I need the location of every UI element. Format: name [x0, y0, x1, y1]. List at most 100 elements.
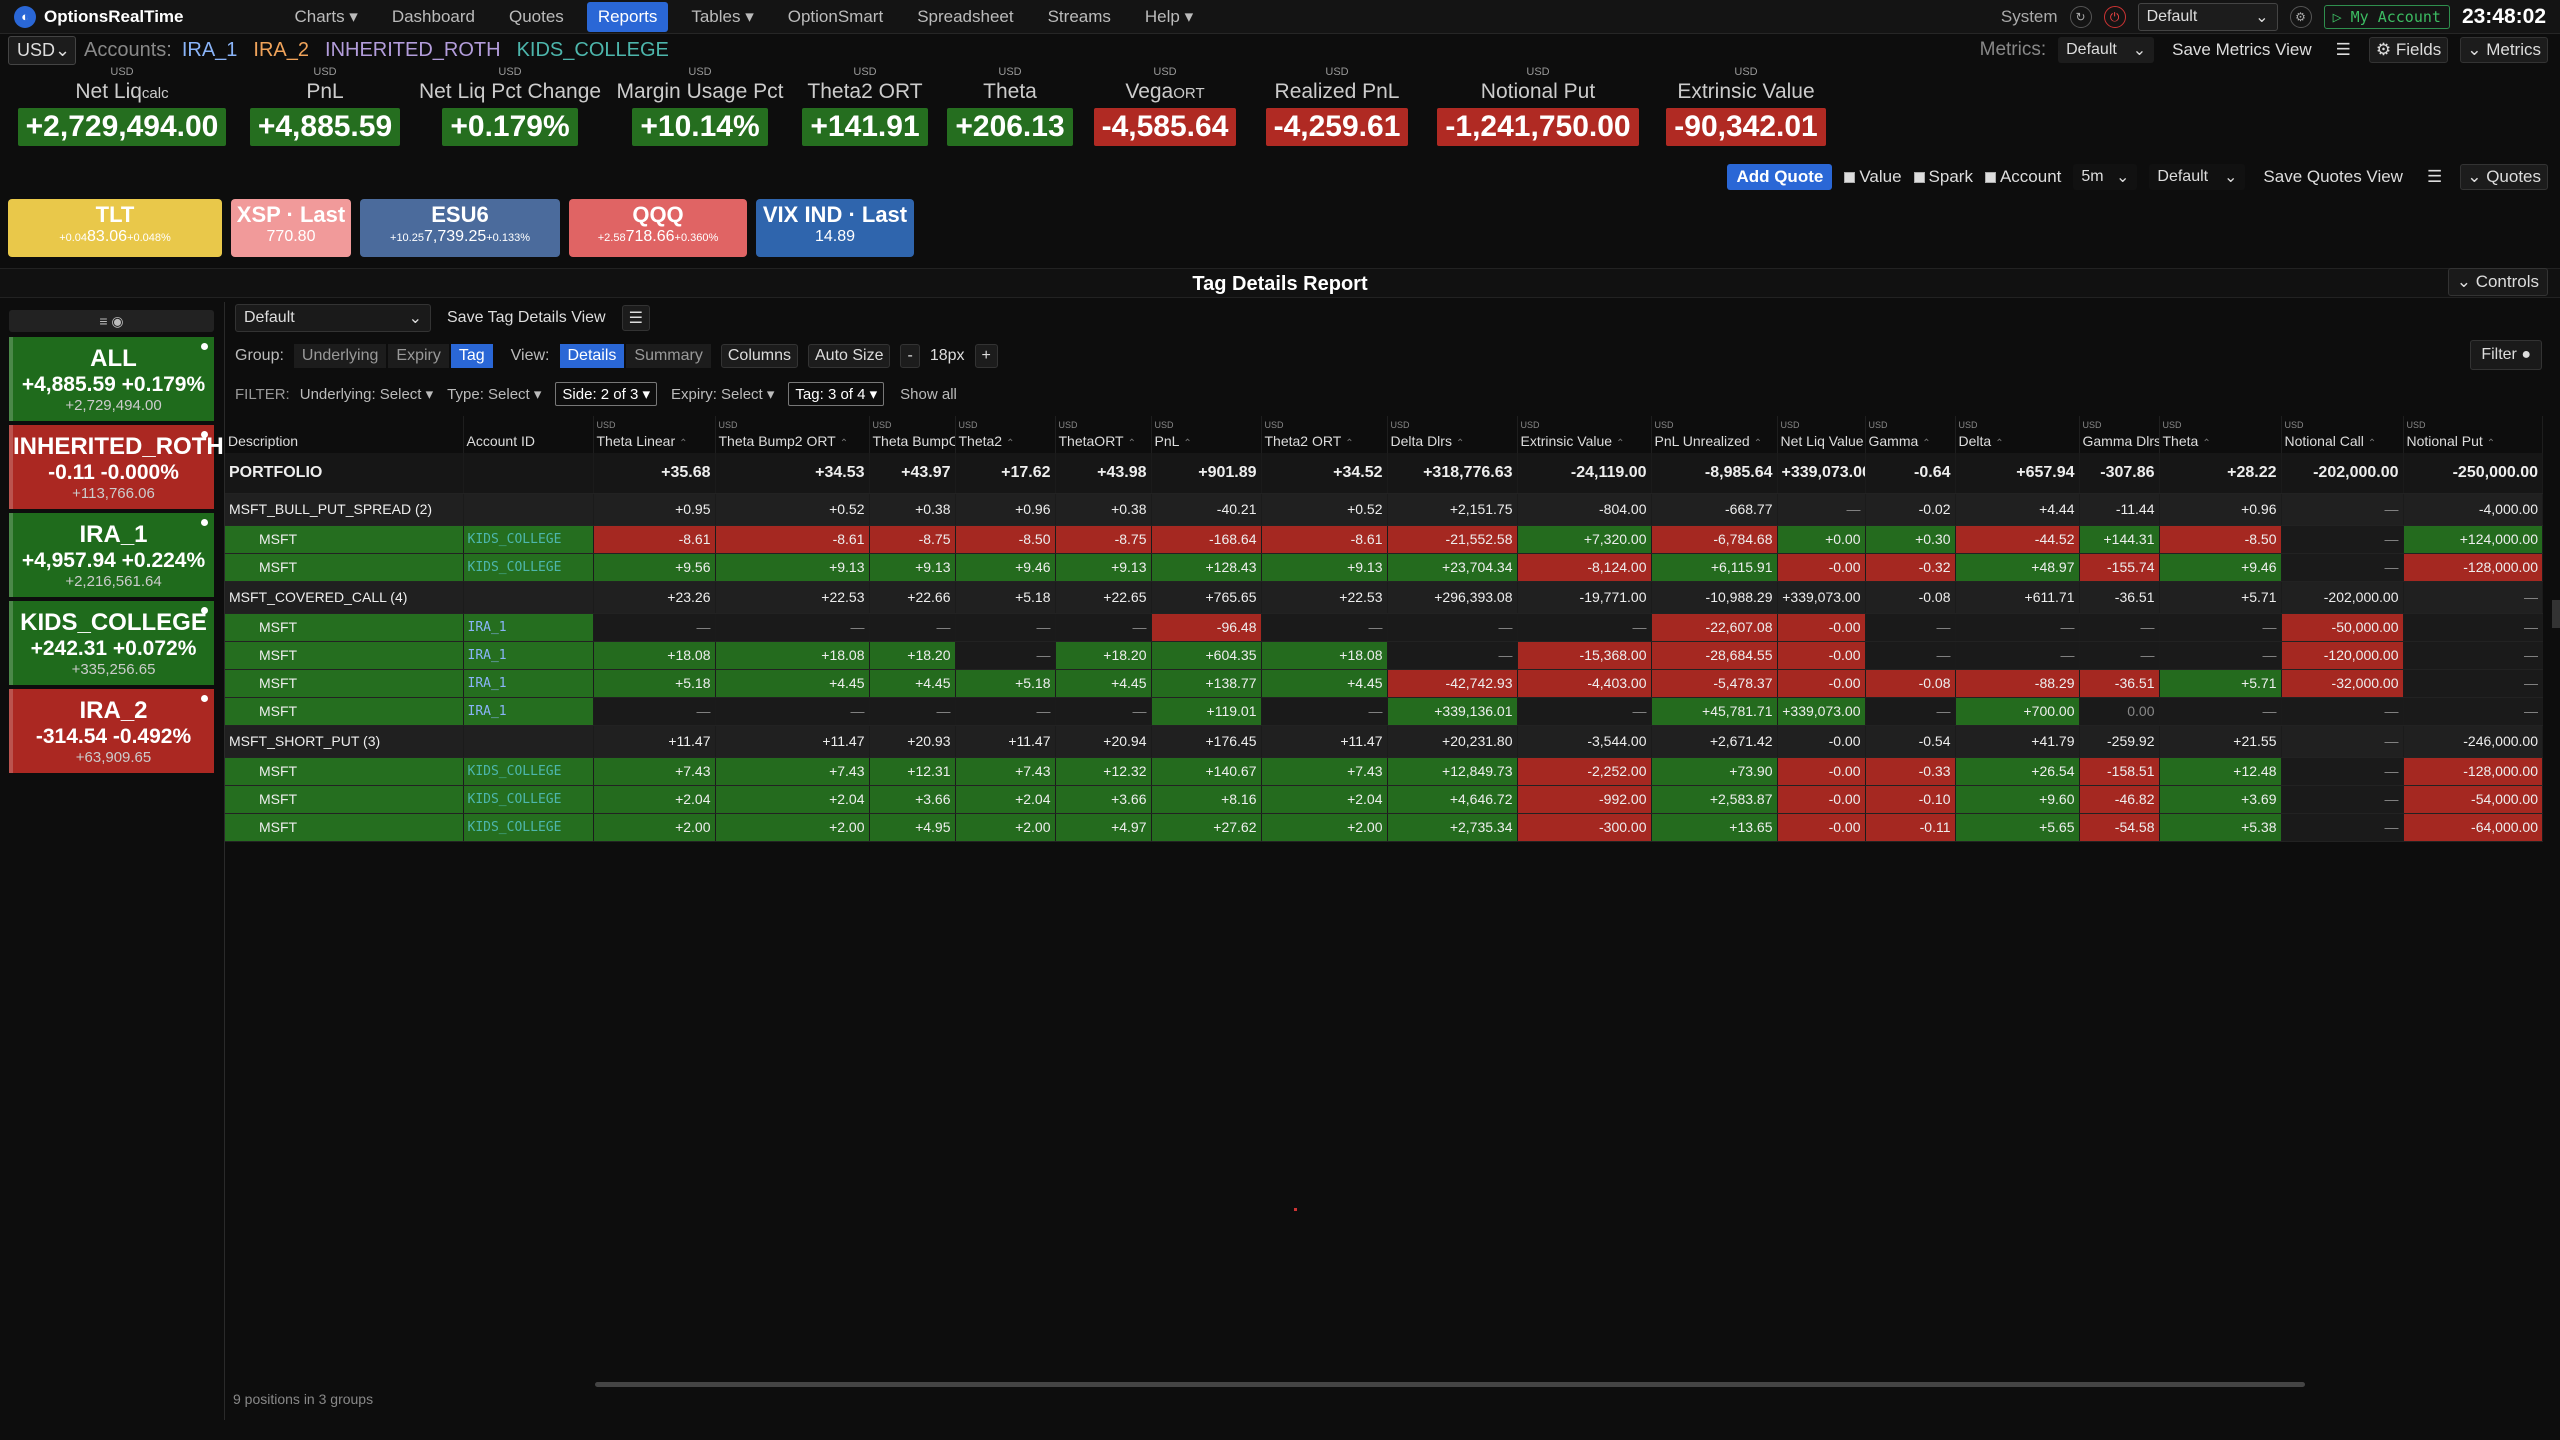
table-row[interactable]: MSFT KIDS_COLLEGE +2.04 +2.04 +3.66 +2.04 +3.6… [225, 785, 2543, 814]
column-header-delta[interactable]: USD Delta ⌃ [1955, 416, 2080, 453]
table-row[interactable]: MSFT IRA_1— — — — — -96.48— — — -22,607.08 -0.00— —… [225, 613, 2543, 642]
menu-icon[interactable]: ☰ [2330, 38, 2357, 62]
filter-expiry[interactable]: Expiry: Select ▾ [671, 385, 774, 403]
group-option-underlying[interactable]: Underlying [293, 344, 387, 368]
font-decrease-button[interactable]: - [900, 344, 920, 368]
column-header-theta2-ort[interactable]: USD Theta2 ORT ⌃ [1261, 416, 1388, 453]
cell-account-id[interactable]: IRA_1 [463, 669, 594, 698]
column-header-pnl-unrealized[interactable]: USD PnL Unrealized ⌃ [1651, 416, 1778, 453]
my-account-button[interactable]: ▷ My Account [2323, 5, 2450, 29]
sidebar-toggle[interactable]: ≡ ◉ [9, 310, 214, 332]
profile-select[interactable]: Default ⌄ [2137, 3, 2278, 31]
account-link-kids_college[interactable]: KIDS_COLLEGE [517, 39, 669, 61]
show-all-button[interactable]: Show all [894, 384, 963, 405]
cell-account-id[interactable]: IRA_1 [463, 613, 594, 642]
nav-item-spreadsheet[interactable]: Spreadsheet [906, 2, 1024, 32]
quotes-button[interactable]: ⌄ Quotes [2460, 164, 2548, 190]
value-checkbox[interactable]: Value [1844, 167, 1902, 187]
brand[interactable]: ◐ OptionsRealTime [0, 5, 198, 28]
column-header-description[interactable]: Description [225, 416, 464, 453]
group-row[interactable]: MSFT_SHORT_PUT (3) +11.47 +11.47 +20.93 +11.… [225, 725, 2543, 758]
account-link-ira_2[interactable]: IRA_2 [253, 39, 309, 61]
add-quote-button[interactable]: Add Quote [1727, 164, 1833, 190]
account-card-kids_college[interactable]: KIDS_COLLEGE +242.31 +0.072% +335,256.65 [9, 601, 214, 685]
filter-side[interactable]: Side: 2 of 3 ▾ [555, 382, 658, 406]
cell-account-id[interactable]: KIDS_COLLEGE [463, 785, 594, 814]
table-row[interactable]: MSFT KIDS_COLLEGE +7.43 +7.43 +12.31 +7.43 +12… [225, 757, 2543, 786]
nav-item-help[interactable]: Help ▾ [1134, 2, 1204, 32]
group-row[interactable]: MSFT_BULL_PUT_SPREAD (2) +0.95 +0.52 +0.38 +… [225, 493, 2543, 526]
table-row[interactable]: MSFT IRA_1— — — — — +119.01— +339,136.01— +45,78… [225, 697, 2543, 726]
cell-account-id[interactable]: KIDS_COLLEGE [463, 525, 594, 554]
view-option-details[interactable]: Details [559, 344, 625, 368]
group-row[interactable]: MSFT_COVERED_CALL (4) +23.26 +22.53 +22.66 +… [225, 581, 2543, 614]
save-metrics-view-button[interactable]: Save Metrics View [2166, 38, 2318, 62]
menu-icon[interactable]: ☰ [2421, 165, 2448, 189]
filter-button[interactable]: Filter ● [2470, 340, 2542, 370]
interval-select[interactable]: 5m ⌄ [2073, 164, 2138, 190]
quote-tile-esu6[interactable]: ESU6 +10.257,739.25+0.133% [360, 199, 560, 257]
system-label[interactable]: System [2001, 7, 2058, 27]
cell-account-id[interactable]: KIDS_COLLEGE [463, 757, 594, 786]
group-option-tag[interactable]: Tag [450, 344, 493, 368]
column-header-thetaort[interactable]: USD ThetaORT ⌃ [1055, 416, 1152, 453]
columns-button[interactable]: Columns [720, 344, 798, 368]
account-link-inherited_roth[interactable]: INHERITED_ROTH [325, 39, 501, 61]
column-header-account-id[interactable]: Account ID [463, 416, 594, 453]
account-card-inherited_roth[interactable]: INHERITED_ROTH -0.11 -0.000% +113,766.06 [9, 425, 224, 509]
settings-icon[interactable]: ⚙ [2289, 6, 2312, 28]
quote-tile-vix[interactable]: VIX IND · Last 14.89 [756, 199, 914, 257]
quotes-view-select[interactable]: Default ⌄ [2149, 164, 2246, 190]
nav-item-reports[interactable]: Reports [586, 1, 669, 32]
horizontal-scrollbar[interactable] [595, 1382, 2305, 1387]
column-header-notional-put[interactable]: USD Notional Put ⌃ [2403, 416, 2543, 453]
column-header-gamma-dlrs[interactable]: USDGamma Dlrs⌃ [2079, 416, 2160, 453]
filter-underlying[interactable]: Underlying: Select ▾ [300, 385, 433, 403]
metrics-button[interactable]: ⌄ Metrics [2460, 37, 2548, 63]
cell-account-id[interactable]: KIDS_COLLEGE [463, 813, 594, 842]
column-header-pnl[interactable]: USD PnL ⌃ [1151, 416, 1262, 453]
nav-item-optionsmart[interactable]: OptionSmart [777, 2, 894, 32]
column-header-gamma[interactable]: USD Gamma ⌃ [1865, 416, 1956, 453]
nav-item-quotes[interactable]: Quotes [498, 2, 575, 32]
account-card-all[interactable]: ALL +4,885.59 +0.179% +2,729,494.00 [9, 337, 214, 421]
account-card-ira_2[interactable]: IRA_2 -314.54 -0.492% +63,909.65 [9, 689, 214, 773]
column-header-theta2[interactable]: USD Theta2 ⌃ [955, 416, 1056, 453]
table-row[interactable]: MSFT KIDS_COLLEGE +2.00 +2.00 +4.95 +2.00 +4.9… [225, 813, 2543, 842]
column-header-notional-call[interactable]: USD Notional Call ⌃ [2281, 416, 2404, 453]
save-quotes-view-button[interactable]: Save Quotes View [2257, 165, 2409, 189]
nav-item-charts[interactable]: Charts ▾ [284, 2, 369, 32]
spark-checkbox[interactable]: Spark [1913, 167, 1973, 187]
account-checkbox[interactable]: Account [1984, 167, 2061, 187]
quote-tile-qqq[interactable]: QQQ +2.58718.66+0.360% [569, 199, 747, 257]
quote-tile-xsp[interactable]: XSP · Last 770.80 [231, 199, 351, 257]
power-icon[interactable]: ⏻ [2103, 6, 2126, 28]
nav-item-dashboard[interactable]: Dashboard [381, 2, 486, 32]
column-header-delta-dlrs[interactable]: USD Delta Dlrs ⌃ [1387, 416, 1518, 453]
table-row[interactable]: MSFT KIDS_COLLEGE -8.61 -8.61 -8.75 -8.50 -8.7… [225, 525, 2543, 554]
report-view-select[interactable]: Default ⌄ [235, 304, 431, 332]
menu-icon[interactable]: ☰ [621, 305, 650, 331]
column-header-theta-bump2-ort[interactable]: USD Theta Bump2 ORT ⌃ [715, 416, 870, 453]
side-panel-handle[interactable] [2552, 600, 2560, 628]
auto-size-button[interactable]: Auto Size [808, 344, 891, 368]
quote-tile-tlt[interactable]: TLT +0.0483.06+0.048% [8, 199, 222, 257]
currency-select[interactable]: USD ⌄ [8, 35, 76, 65]
table-row[interactable]: MSFT IRA_1 +5.18 +4.45 +4.45 +5.18 +4.45 +138.7… [225, 669, 2543, 698]
refresh-icon[interactable]: ↻ [2069, 6, 2092, 28]
group-option-expiry[interactable]: Expiry [388, 344, 449, 368]
cell-account-id[interactable]: KIDS_COLLEGE [463, 553, 594, 582]
column-header-extrinsic-value[interactable]: USD Extrinsic Value ⌃ [1517, 416, 1652, 453]
fields-button[interactable]: ⚙ Fields [2368, 37, 2449, 63]
account-link-ira_1[interactable]: IRA_1 [182, 39, 238, 61]
column-header-theta-bumport[interactable]: USDTheta BumpORT⌃ [869, 416, 956, 453]
metrics-select[interactable]: Default ⌄ [2058, 37, 2155, 63]
controls-button[interactable]: ⌄ Controls [2447, 268, 2548, 296]
font-increase-button[interactable]: + [974, 344, 998, 368]
cell-account-id[interactable]: IRA_1 [463, 697, 594, 726]
cell-account-id[interactable]: IRA_1 [463, 641, 594, 670]
nav-item-tables[interactable]: Tables ▾ [680, 2, 764, 32]
portfolio-row[interactable]: PORTFOLIO +35.68 +34.53 +43.97 +17.62 +43.98 +… [225, 453, 2543, 494]
account-card-ira_1[interactable]: IRA_1 +4,957.94 +0.224% +2,216,561.64 [9, 513, 214, 597]
column-header-net-liq-value[interactable]: USDNet Liq Value⌃ [1777, 416, 1866, 453]
